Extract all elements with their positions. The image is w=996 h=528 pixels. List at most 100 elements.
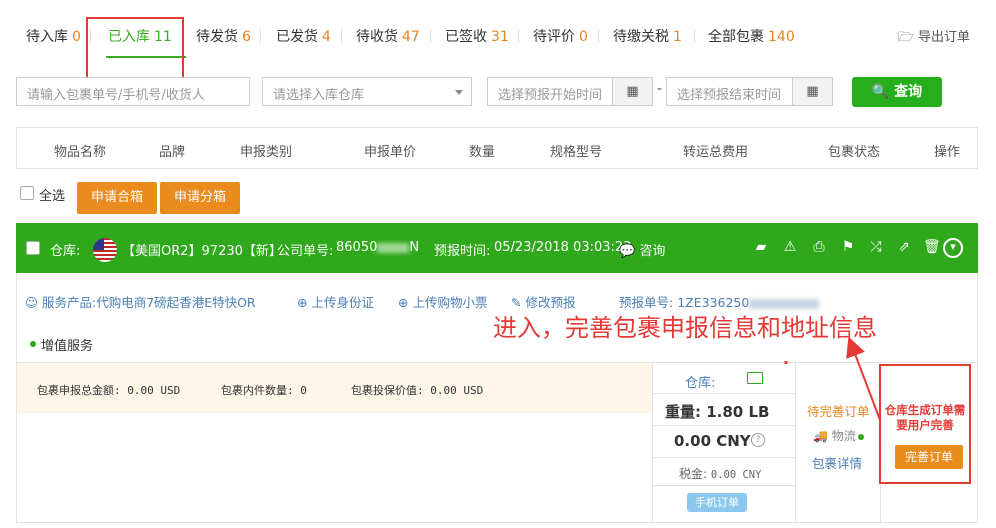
- tab-highlight-box: [86, 17, 184, 84]
- forecast-time-label: 预报时间:: [434, 244, 491, 259]
- export-label: 导出订单: [917, 30, 970, 45]
- tab-all-packages[interactable]: 全部包裹 140: [708, 26, 795, 46]
- warning-icon[interactable]: ⚠: [782, 239, 798, 255]
- mobile-order-badge[interactable]: 手机订单: [687, 493, 747, 512]
- merge-boxes-button[interactable]: 申请合箱: [77, 182, 157, 214]
- package-price: 0.00 CNY: [674, 432, 751, 450]
- tab-pending-ship[interactable]: 待发货 6: [196, 26, 251, 46]
- service-product: ☺ 服务产品:代购电商7磅起香港E特快OR: [25, 292, 256, 311]
- tab-label: 全部包裹: [708, 29, 764, 45]
- date-range-separator: -: [657, 81, 663, 97]
- insured-value: 包裹投保价值: 0.00 USD: [351, 384, 484, 397]
- tab-divider: [430, 29, 431, 43]
- logistics-label: 物流: [831, 429, 856, 443]
- column-header: 转运总费用: [683, 145, 749, 160]
- tab-pending-in[interactable]: 待入库 0: [26, 26, 81, 46]
- warehouse-name: 【美国OR2】97230【新】: [122, 244, 282, 259]
- search-button[interactable]: 🔍 查询: [852, 77, 942, 107]
- tab-label: 已发货: [276, 29, 318, 45]
- column-header: 包裹状态: [828, 145, 881, 160]
- consult-label: 咨询: [639, 244, 666, 259]
- column-header: 物品名称: [54, 145, 107, 160]
- share-icon[interactable]: ⇗: [896, 239, 912, 255]
- column-divider: [795, 363, 796, 523]
- divider: [653, 485, 795, 486]
- service-value: 代购电商7磅起香港E特快OR: [96, 295, 256, 310]
- package-status: 待完善订单: [807, 404, 870, 419]
- divider: [653, 425, 795, 426]
- tab-count: 0: [72, 29, 81, 45]
- chat-icon: 💬: [619, 244, 636, 259]
- tab-count: 47: [402, 29, 420, 45]
- upload-receipt-link[interactable]: ⊕ 上传购物小票: [398, 292, 487, 311]
- select-all-label: 全选: [39, 189, 66, 204]
- tab-label: 待入库: [26, 29, 68, 45]
- item-count: 包裹内件数量: 0: [221, 384, 307, 397]
- status-dot: [857, 433, 864, 440]
- tab-count: 31: [491, 29, 509, 45]
- warehouse-select-placeholder: 请选择入库仓库: [273, 88, 365, 103]
- column-divider: [652, 363, 653, 523]
- tab-signed[interactable]: 已签收 31: [445, 26, 509, 46]
- tab-count: 0: [579, 29, 588, 45]
- tab-count: 140: [768, 29, 795, 45]
- search-input[interactable]: 请输入包裹单号/手机号/收货人: [16, 77, 250, 106]
- column-header: 数量: [469, 145, 496, 160]
- upload-icon: ⊕: [398, 295, 409, 310]
- column-header: 操作: [934, 145, 961, 160]
- briefcase-icon[interactable]: ▰: [753, 239, 769, 255]
- end-date-placeholder: 选择预报结束时间: [677, 88, 782, 103]
- added-services-row: 增值服务: [16, 323, 978, 363]
- trash-icon[interactable]: 🗑: [923, 239, 941, 255]
- tab-label: 待缴关税: [613, 29, 669, 45]
- tab-divider: [598, 29, 599, 43]
- search-button-label: 查询: [894, 84, 923, 100]
- tab-pending-tax[interactable]: 待缴关税 1: [613, 26, 682, 46]
- warehouse-select[interactable]: 请选择入库仓库: [262, 77, 472, 106]
- tab-label: 已签收: [445, 29, 487, 45]
- complete-order-button[interactable]: 完善订单: [895, 445, 963, 469]
- start-date-placeholder: 选择预报开始时间: [498, 88, 603, 103]
- truck-icon: 🚚: [813, 429, 828, 443]
- question-icon[interactable]: ?: [751, 433, 765, 447]
- tab-shipped[interactable]: 已发货 4: [276, 26, 331, 46]
- tab-divider: [341, 29, 342, 43]
- tab-divider: [694, 29, 695, 43]
- shuffle-icon[interactable]: ⤮: [868, 239, 884, 255]
- package-checkbox[interactable]: [26, 241, 40, 255]
- package-detail-link[interactable]: 包裹详情: [812, 453, 862, 472]
- warehouse-short-label: 仓库:: [685, 376, 716, 391]
- end-date-input[interactable]: 选择预报结束时间 ▦: [666, 77, 833, 106]
- tab-pending-receive[interactable]: 待收货 47: [356, 26, 420, 46]
- declaration-summary: 包裹申报总金额: 0.00 USD 包裹内件数量: 0 包裹投保价值: 0.00…: [17, 363, 652, 413]
- print-icon[interactable]: ⎙: [811, 239, 827, 255]
- chevron-down-circle-icon[interactable]: ▾: [943, 238, 963, 258]
- tab-divider: [518, 29, 519, 43]
- export-orders-button[interactable]: 🗁 导出订单: [898, 26, 970, 50]
- status-dot: [30, 341, 36, 347]
- upload-id-link[interactable]: ⊕ 上传身份证: [297, 292, 374, 311]
- table-header: 物品名称 品牌 申报类别 申报单价 数量 规格型号 转运总费用 包裹状态 操作: [16, 127, 978, 169]
- column-header: 申报单价: [364, 145, 417, 160]
- company-number-label: 公司单号:: [277, 244, 334, 259]
- annotation-note: 仓库生成订单需要用户完善: [884, 403, 966, 432]
- warehouse-label: 仓库:: [50, 244, 81, 259]
- logistics-status[interactable]: 🚚 物流: [813, 427, 864, 444]
- id-card-icon[interactable]: [747, 372, 763, 384]
- select-all-checkbox[interactable]: [20, 186, 34, 200]
- upload-icon: ⊕: [297, 295, 308, 310]
- tab-label: 待收货: [356, 29, 398, 45]
- forecast-time: 05/23/2018 03:03:23: [494, 240, 632, 255]
- split-box-button[interactable]: 申请分箱: [160, 182, 240, 214]
- tab-count: 6: [242, 29, 251, 45]
- calendar-icon[interactable]: ▦: [792, 78, 832, 105]
- flag-icon[interactable]: ⚑: [840, 239, 856, 255]
- tab-pending-review[interactable]: 待评价 0: [533, 26, 588, 46]
- consult-link[interactable]: 💬 咨询: [619, 240, 665, 259]
- divider: [653, 457, 795, 458]
- column-header: 申报类别: [240, 145, 293, 160]
- package-detail: 包裹申报总金额: 0.00 USD 包裹内件数量: 0 包裹投保价值: 0.00…: [16, 363, 978, 523]
- column-header: 品牌: [159, 145, 186, 160]
- start-date-input[interactable]: 选择预报开始时间 ▦: [487, 77, 653, 106]
- calendar-icon[interactable]: ▦: [612, 78, 652, 105]
